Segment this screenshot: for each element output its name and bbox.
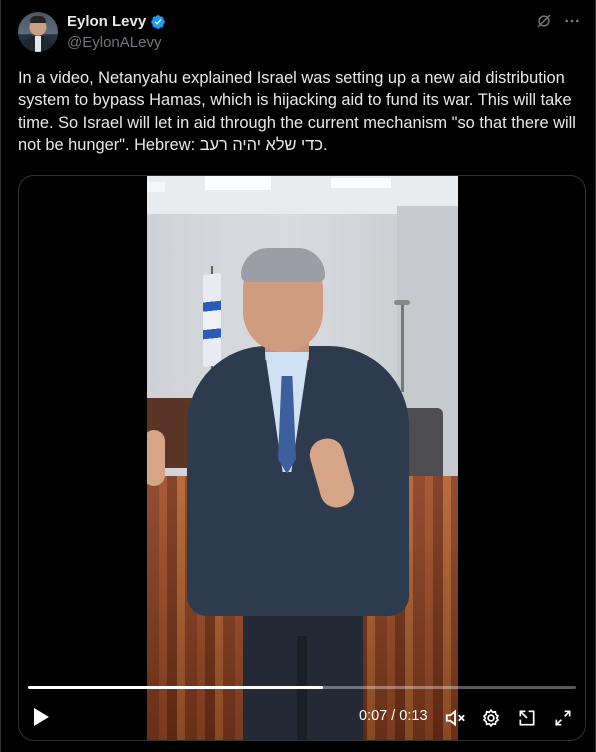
author-display-name[interactable]: Eylon Levy (67, 13, 146, 30)
verified-badge-icon (151, 14, 166, 29)
author-handle[interactable]: @EylonALevy (67, 34, 161, 51)
video-progress-fill (28, 686, 323, 689)
video-controls: 0:07 / 0:13 (19, 668, 585, 740)
scene-ceiling-light (331, 178, 391, 188)
grok-icon[interactable] (535, 12, 553, 30)
person-hair (241, 248, 325, 282)
scene-ceiling-light (205, 176, 271, 190)
video-player[interactable]: 0:07 / 0:13 (18, 175, 586, 741)
scene-flag (203, 273, 221, 367)
mute-icon[interactable] (444, 707, 466, 729)
play-icon[interactable] (31, 706, 51, 728)
more-icon[interactable] (563, 12, 581, 30)
scene-lamp-head (394, 300, 410, 305)
tweet-card[interactable]: Eylon Levy @EylonALevy In a video, Netan… (0, 0, 596, 752)
video-frame[interactable] (147, 176, 458, 740)
author-name-row: Eylon Levy (67, 13, 166, 30)
person-hand (147, 430, 165, 486)
pip-icon[interactable] (516, 707, 538, 729)
fullscreen-icon[interactable] (552, 707, 574, 729)
video-progress-bar[interactable] (28, 686, 576, 689)
avatar-shirt (35, 36, 41, 52)
tweet-text: In a video, Netanyahu explained Israel w… (18, 69, 576, 155)
avatar-hair (30, 16, 46, 23)
video-time: 0:07 / 0:13 (359, 708, 428, 724)
scene-lamp (401, 302, 404, 392)
avatar[interactable] (18, 12, 58, 52)
scene-ceiling-light (147, 182, 165, 192)
settings-icon[interactable] (480, 707, 502, 729)
tweet-header-actions (535, 12, 581, 30)
